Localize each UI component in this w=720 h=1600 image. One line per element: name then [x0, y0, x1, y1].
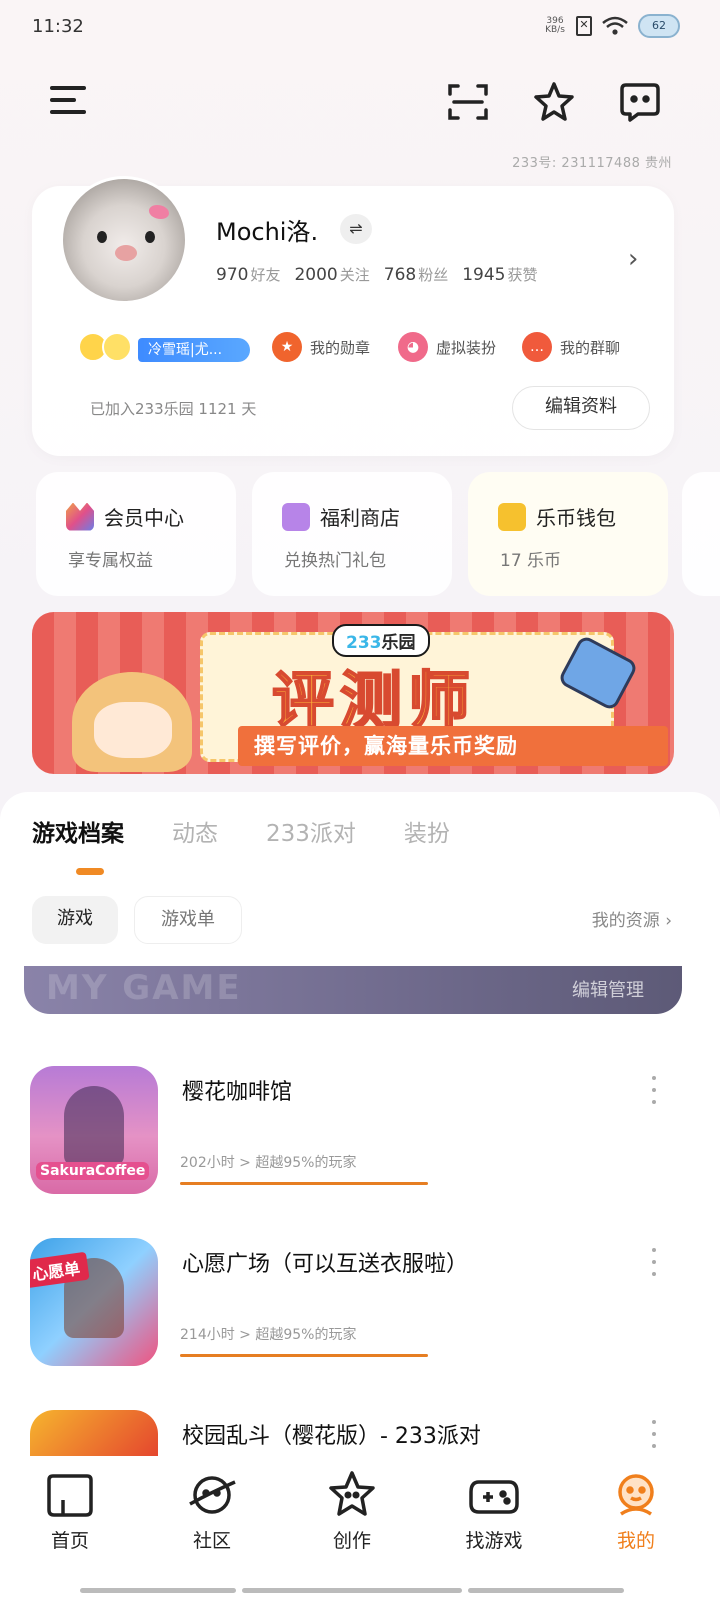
game-name: 心愿广场（可以互送衣服啦） [182, 1252, 469, 1277]
wallet-card[interactable]: 乐币钱包 17 乐币 [468, 472, 668, 596]
stat-following[interactable]: 2000 关注 [294, 264, 369, 285]
game-row[interactable]: 心愿单 心愿广场（可以互送衣服啦） 214小时 > 超越95%的玩家 [30, 1238, 690, 1366]
no-sim-icon: ✕ [576, 16, 592, 36]
game-icon[interactable]: 心愿单 [30, 1238, 158, 1366]
emoji-badge-icon[interactable] [78, 332, 138, 368]
game-row[interactable]: SakuraCoffee 樱花咖啡馆 202小时 > 超越95%的玩家 [30, 1066, 690, 1194]
gesture-bar [468, 1588, 624, 1593]
home-icon [43, 1470, 97, 1520]
welfare-shop-card[interactable]: 福利商店 兑换热门礼包 [252, 472, 452, 596]
gesture-bar [242, 1588, 462, 1593]
wifi-icon [602, 16, 628, 36]
edit-profile-button[interactable]: 编辑资料 [512, 386, 650, 430]
scan-icon[interactable] [446, 80, 490, 124]
my-game-header: MY GAME 编辑管理 [24, 966, 682, 1014]
status-time: 11:32 [32, 16, 84, 37]
medal-icon: ★ [272, 332, 302, 362]
profile-face-icon [609, 1470, 663, 1520]
gamepad-icon [467, 1470, 521, 1520]
filter-game-lists-chip[interactable]: 游戏单 [134, 896, 242, 944]
stat-friends[interactable]: 970 好友 [216, 264, 280, 285]
star-icon[interactable] [532, 80, 576, 124]
member-center-card[interactable]: 会员中心 享专属权益 [36, 472, 236, 596]
game-name: 校园乱斗（樱花版）- 233派对 [182, 1424, 481, 1449]
network-speed: 396 KB/s [545, 16, 565, 35]
more-options-icon[interactable] [650, 1076, 658, 1104]
edit-manage-button[interactable]: 编辑管理 [572, 976, 644, 1002]
stat-likes[interactable]: 1945 获赞 [462, 264, 537, 285]
game-name: 樱花咖啡馆 [182, 1080, 293, 1105]
nav-me[interactable]: 我的 [586, 1470, 686, 1553]
account-id-location: 233号: 231117488 贵州 [512, 156, 672, 171]
more-services-card[interactable] [682, 472, 720, 596]
game-playtime: 202小时 > 超越95%的玩家 [180, 1155, 357, 1171]
game-icon[interactable] [30, 1410, 158, 1456]
wallet-icon [498, 502, 526, 531]
menu-icon[interactable] [50, 86, 86, 116]
username: Mochi洛. [216, 218, 319, 246]
message-icon[interactable] [618, 80, 662, 124]
battery-icon: 62 [638, 14, 680, 38]
group-chat-icon: … [522, 332, 552, 362]
cat-icon: ◕ [398, 332, 428, 362]
crown-icon [66, 502, 94, 531]
avatar[interactable] [60, 176, 188, 304]
tab-indicator [76, 868, 104, 875]
bottom-nav: 首页 社区 创作 找游戏 我的 [0, 1456, 720, 1600]
create-star-icon [325, 1470, 379, 1520]
gift-icon [282, 502, 310, 531]
more-options-icon[interactable] [650, 1420, 658, 1448]
playtime-bar [180, 1354, 428, 1357]
banner-subtitle: 撰写评价，赢海量乐币奖励 [254, 734, 518, 758]
planet-icon [185, 1470, 239, 1520]
playtime-bar [180, 1182, 428, 1185]
reviewer-banner[interactable]: 233乐园 评测师 撰写评价，赢海量乐币奖励 [32, 612, 674, 774]
tab-game-archive[interactable]: 游戏档案 [32, 814, 124, 848]
filter-games-chip[interactable]: 游戏 [32, 896, 118, 944]
profile-tabs: 游戏档案 动态 233派对 装扮 [32, 814, 450, 848]
gesture-bar [80, 1588, 236, 1593]
dressup-link[interactable]: ◕ 虚拟装扮 [398, 332, 496, 362]
nav-home[interactable]: 首页 [20, 1470, 120, 1553]
mascot-illustration [72, 672, 192, 772]
tab-activity[interactable]: 动态 [172, 814, 218, 848]
my-resources-link[interactable]: 我的资源 › [592, 906, 672, 931]
profile-stats: 970 好友 2000 关注 768 粉丝 1945 获赞 [216, 264, 538, 285]
my-groups-link[interactable]: … 我的群聊 [522, 332, 620, 362]
tab-party[interactable]: 233派对 [266, 814, 356, 848]
tab-dressup[interactable]: 装扮 [404, 814, 450, 848]
game-playtime: 214小时 > 超越95%的玩家 [180, 1327, 357, 1343]
game-row[interactable]: 校园乱斗（樱花版）- 233派对 [30, 1410, 690, 1456]
switch-account-button[interactable]: ⇌ [340, 214, 372, 244]
status-icons: 396 KB/s ✕ 62 [544, 14, 680, 38]
chevron-right-icon[interactable]: › [628, 244, 638, 274]
more-options-icon[interactable] [650, 1248, 658, 1276]
nav-find-games[interactable]: 找游戏 [444, 1470, 544, 1553]
my-game-watermark: MY GAME [46, 968, 242, 1008]
my-medals-link[interactable]: ★ 我的勋章 [272, 332, 370, 362]
stat-followers[interactable]: 768 粉丝 [384, 264, 448, 285]
nav-create[interactable]: 创作 [302, 1470, 402, 1553]
game-icon[interactable]: SakuraCoffee [30, 1066, 158, 1194]
joined-days: 已加入233乐园 1121 天 [90, 400, 257, 418]
title-badge[interactable]: 冷雪瑶|尤... [138, 338, 250, 362]
nav-community[interactable]: 社区 [162, 1470, 262, 1553]
